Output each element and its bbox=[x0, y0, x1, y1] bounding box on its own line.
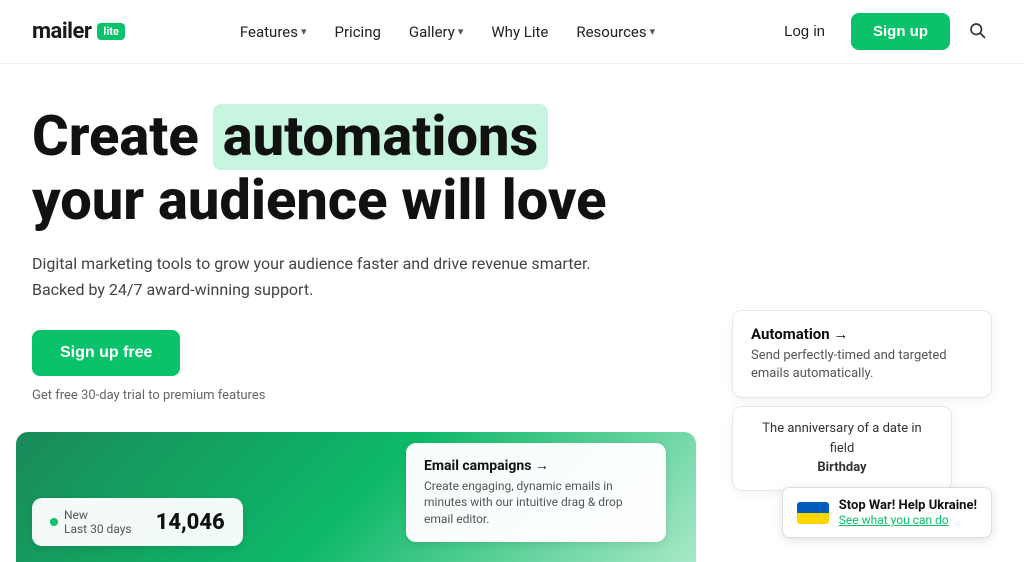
logo-badge: lite bbox=[97, 23, 125, 40]
signup-button[interactable]: Sign up bbox=[851, 13, 950, 50]
stop-war-banner[interactable]: Stop War! Help Ukraine! See what you can… bbox=[782, 487, 992, 538]
stat-sublabel: Last 30 days bbox=[64, 522, 132, 536]
hero-cta-button[interactable]: Sign up free bbox=[32, 330, 180, 376]
hero-title: Create automations your audience will lo… bbox=[32, 104, 728, 231]
logo[interactable]: mailer lite bbox=[32, 19, 125, 44]
status-dot bbox=[50, 518, 58, 526]
stat-value: 14,046 bbox=[156, 510, 225, 535]
nav-actions: Log in Sign up bbox=[770, 13, 992, 50]
nav-features[interactable]: Features ▾ bbox=[228, 15, 319, 49]
search-button[interactable] bbox=[962, 15, 992, 48]
nav-gallery[interactable]: Gallery ▾ bbox=[397, 15, 475, 49]
automation-title: Automation → bbox=[751, 325, 973, 343]
logo-text: mailer bbox=[32, 19, 91, 44]
nav-pricing[interactable]: Pricing bbox=[323, 15, 393, 49]
stats-card: New Last 30 days 14,046 bbox=[32, 498, 243, 546]
automation-card: Automation → Send perfectly-timed and ta… bbox=[732, 310, 992, 398]
banner-title: Stop War! Help Ukraine! bbox=[839, 498, 977, 513]
nav-links: Features ▾ Pricing Gallery ▾ Why Lite Re… bbox=[228, 15, 667, 49]
nav-why-lite[interactable]: Why Lite bbox=[479, 15, 560, 49]
stat-new-label: New bbox=[64, 508, 132, 522]
email-campaigns-card: Email campaigns → Create engaging, dynam… bbox=[406, 443, 666, 542]
green-background: New Last 30 days 14,046 Email campaigns … bbox=[16, 432, 696, 562]
ukraine-flag-icon bbox=[797, 502, 829, 524]
chevron-down-icon: ▾ bbox=[650, 25, 656, 38]
stat-label: New Last 30 days bbox=[50, 508, 132, 536]
email-campaigns-description: Create engaging, dynamic emails in minut… bbox=[424, 478, 648, 528]
login-button[interactable]: Log in bbox=[770, 15, 839, 48]
hero-subtitle: Digital marketing tools to grow your aud… bbox=[32, 251, 632, 302]
automation-description: Send perfectly-timed and targeted emails… bbox=[751, 347, 973, 383]
email-campaigns-title: Email campaigns → bbox=[424, 457, 648, 474]
search-icon bbox=[968, 21, 986, 39]
nav-resources[interactable]: Resources ▾ bbox=[564, 15, 667, 49]
hero-section: Create automations your audience will lo… bbox=[0, 64, 760, 403]
hero-highlight: automations bbox=[213, 104, 549, 170]
chevron-down-icon: ▾ bbox=[301, 25, 307, 38]
banner-content: Stop War! Help Ukraine! See what you can… bbox=[839, 498, 977, 527]
banner-link[interactable]: See what you can do bbox=[839, 513, 977, 527]
chevron-down-icon: ▾ bbox=[458, 25, 464, 38]
trial-text: Get free 30-day trial to premium feature… bbox=[32, 388, 728, 403]
navbar: mailer lite Features ▾ Pricing Gallery ▾… bbox=[0, 0, 1024, 64]
